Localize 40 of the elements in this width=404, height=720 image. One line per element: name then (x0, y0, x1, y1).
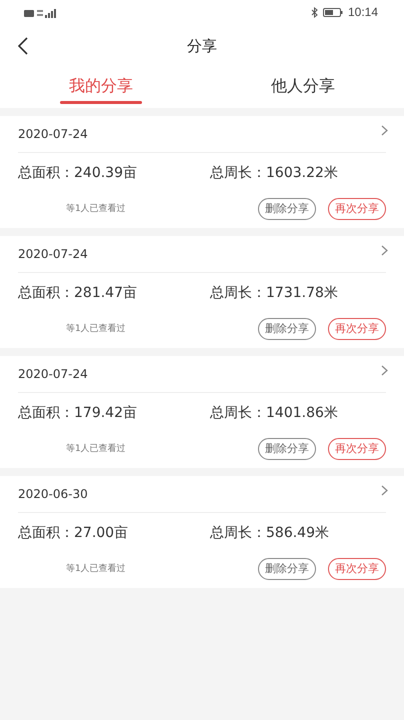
reshare-button[interactable]: 再次分享 (328, 198, 386, 220)
area-text: 总面积：240.39亩 (18, 164, 138, 182)
chevron-right-icon[interactable] (381, 484, 388, 496)
tab[interactable]: 我的分享 (0, 68, 202, 104)
bluetooth-icon (310, 6, 318, 18)
reshare-button[interactable]: 再次分享 (328, 558, 386, 580)
signal-icon (24, 8, 58, 18)
delete-share-button[interactable]: 删除分享 (258, 438, 316, 460)
perimeter-text: 总周长：1401.86米 (210, 404, 338, 422)
share-card[interactable]: 2020-07-24 总面积：281.47亩 总周长：1731.78米 等1人已查看过 删除分享 再次分享 (0, 236, 404, 348)
delete-share-button[interactable]: 删除分享 (258, 198, 316, 220)
perimeter-text: 总周长：1731.78米 (210, 284, 338, 302)
share-date: 2020-07-24 (18, 367, 88, 381)
perimeter-text: 总周长：586.49米 (210, 524, 329, 542)
delete-share-button[interactable]: 删除分享 (258, 558, 316, 580)
chevron-right-icon[interactable] (381, 124, 388, 136)
chevron-right-icon[interactable] (381, 364, 388, 376)
share-date: 2020-07-24 (18, 247, 88, 261)
share-card[interactable]: 2020-06-30 总面积：27.00亩 总周长：586.49米 等1人已查看过 删除分享 再次分享 (0, 476, 404, 588)
back-icon[interactable] (18, 37, 28, 55)
page-title: 分享 (187, 36, 217, 56)
share-date: 2020-07-24 (18, 127, 88, 141)
viewers-text: 等1人已查看过 (66, 562, 126, 575)
area-text: 总面积：281.47亩 (18, 284, 138, 302)
reshare-button[interactable]: 再次分享 (328, 438, 386, 460)
status-time: 10:14 (348, 5, 378, 19)
reshare-button[interactable]: 再次分享 (328, 318, 386, 340)
chevron-right-icon[interactable] (381, 244, 388, 256)
area-text: 总面积：27.00亩 (18, 524, 130, 542)
viewers-text: 等1人已查看过 (66, 322, 126, 335)
share-date: 2020-06-30 (18, 487, 88, 501)
viewers-text: 等1人已查看过 (66, 202, 126, 215)
delete-share-button[interactable]: 删除分享 (258, 318, 316, 340)
tab[interactable]: 他人分享 (202, 68, 404, 104)
perimeter-text: 总周长：1603.22米 (210, 164, 338, 182)
viewers-text: 等1人已查看过 (66, 442, 126, 455)
share-card[interactable]: 2020-07-24 总面积：179.42亩 总周长：1401.86米 等1人已查看过 删除分享 再次分享 (0, 356, 404, 468)
battery-icon (322, 8, 343, 16)
share-card[interactable]: 2020-07-24 总面积：240.39亩 总周长：1603.22米 等1人已查看过 删除分享 再次分享 (0, 116, 404, 228)
area-text: 总面积：179.42亩 (18, 404, 138, 422)
